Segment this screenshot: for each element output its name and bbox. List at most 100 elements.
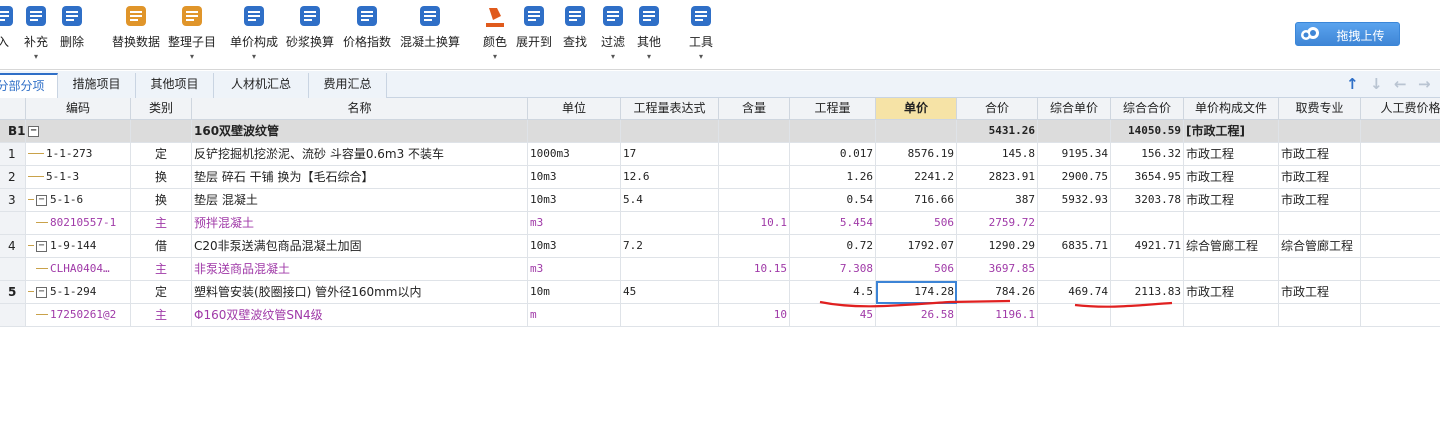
cell-price[interactable] [876, 120, 957, 143]
cell-expr[interactable]: 17 [621, 143, 719, 166]
cell-content[interactable] [719, 235, 790, 258]
cell-no[interactable] [0, 212, 26, 235]
cell-cprice[interactable] [1038, 120, 1111, 143]
toolbar-button-14[interactable]: 工具 ▾ [686, 2, 716, 68]
cell-no[interactable] [0, 258, 26, 281]
cell-expr[interactable]: 5.4 [621, 189, 719, 212]
cell-no[interactable]: 1 [0, 143, 26, 166]
cell-price[interactable]: 506 [876, 258, 957, 281]
cell-cprice[interactable] [1038, 304, 1111, 327]
toolbar-button-0[interactable]: 入 [0, 2, 14, 68]
cell-type[interactable]: 换 [131, 189, 192, 212]
cell-content[interactable] [719, 189, 790, 212]
cell-no[interactable]: 2 [0, 166, 26, 189]
cell-major[interactable] [1279, 120, 1361, 143]
cell-labor[interactable] [1361, 143, 1440, 166]
cell-code[interactable]: −1-9-144 [26, 235, 131, 258]
cell-unit[interactable] [528, 120, 621, 143]
cell-content[interactable]: 10.15 [719, 258, 790, 281]
cell-name[interactable]: Φ160双壁波纹管SN4级 [192, 304, 528, 327]
column-header-3[interactable]: 单位 [528, 98, 621, 120]
cell-content[interactable] [719, 143, 790, 166]
toolbar-button-4[interactable]: 整理子目 ▾ [166, 2, 218, 68]
cell-ctotal[interactable]: 14050.59 [1111, 120, 1184, 143]
column-header-6[interactable]: 工程量 [790, 98, 876, 120]
cell-name[interactable]: 非泵送商品混凝土 [192, 258, 528, 281]
cell-content[interactable]: 10 [719, 304, 790, 327]
cell-name[interactable]: 垫层 碎石 干铺 换为【毛石综合】 [192, 166, 528, 189]
cell-cprice[interactable]: 5932.93 [1038, 189, 1111, 212]
arrow-down-icon[interactable]: ↓ [1370, 76, 1386, 92]
column-header-0[interactable]: 编码 [26, 98, 131, 120]
cell-expr[interactable]: 7.2 [621, 235, 719, 258]
arrow-left-icon[interactable]: ← [1394, 76, 1410, 92]
cell-type[interactable]: 定 [131, 281, 192, 304]
cell-file[interactable]: [市政工程] [1184, 120, 1279, 143]
cell-expr[interactable] [621, 120, 719, 143]
toolbar-button-3[interactable]: 替换数据 [110, 2, 162, 68]
toolbar-button-8[interactable]: 混凝土换算 [398, 2, 462, 68]
cell-expr[interactable]: 45 [621, 281, 719, 304]
cell-cprice[interactable]: 6835.71 [1038, 235, 1111, 258]
cell-price[interactable]: 174.28 [876, 281, 957, 304]
cell-no[interactable]: B1 [0, 120, 26, 143]
cell-total[interactable]: 1196.1 [957, 304, 1038, 327]
cell-unit[interactable]: 10m [528, 281, 621, 304]
cell-ctotal[interactable]: 3654.95 [1111, 166, 1184, 189]
cell-unit[interactable]: 10m3 [528, 166, 621, 189]
cell-major[interactable]: 市政工程 [1279, 166, 1361, 189]
collapse-toggle-icon[interactable]: − [28, 125, 39, 137]
column-header-9[interactable]: 综合单价 [1038, 98, 1111, 120]
cell-expr[interactable]: 12.6 [621, 166, 719, 189]
cell-name[interactable]: 垫层 混凝土 [192, 189, 528, 212]
cell-price[interactable]: 1792.07 [876, 235, 957, 258]
cell-cprice[interactable]: 469.74 [1038, 281, 1111, 304]
cell-ctotal[interactable] [1111, 258, 1184, 281]
column-header-8[interactable]: 合价 [957, 98, 1038, 120]
cell-no[interactable]: 5 [0, 281, 26, 304]
cell-labor[interactable] [1361, 281, 1440, 304]
cell-no[interactable]: 3 [0, 189, 26, 212]
cell-code[interactable]: −5-1-294 [26, 281, 131, 304]
cell-expr[interactable] [621, 212, 719, 235]
cell-code[interactable]: CLHA0404… [26, 258, 131, 281]
cell-type[interactable]: 借 [131, 235, 192, 258]
cell-labor[interactable] [1361, 235, 1440, 258]
cell-price[interactable]: 506 [876, 212, 957, 235]
cell-no[interactable]: 4 [0, 235, 26, 258]
cell-file[interactable] [1184, 258, 1279, 281]
cell-price[interactable]: 716.66 [876, 189, 957, 212]
cell-ctotal[interactable] [1111, 304, 1184, 327]
cell-no[interactable] [0, 304, 26, 327]
column-header-13[interactable]: 人工费价格 [1361, 98, 1440, 120]
toolbar-button-11[interactable]: 查找 [560, 2, 590, 68]
cell-labor[interactable] [1361, 166, 1440, 189]
cell-type[interactable]: 主 [131, 212, 192, 235]
cell-name[interactable]: 160双壁波纹管 [192, 120, 528, 143]
cell-file[interactable]: 市政工程 [1184, 189, 1279, 212]
cell-labor[interactable] [1361, 304, 1440, 327]
cell-type[interactable]: 主 [131, 304, 192, 327]
cell-total[interactable]: 145.8 [957, 143, 1038, 166]
arrow-right-icon[interactable]: → [1418, 76, 1434, 92]
toolbar-button-2[interactable]: 删除 [56, 2, 88, 68]
cell-major[interactable]: 市政工程 [1279, 281, 1361, 304]
cell-major[interactable] [1279, 212, 1361, 235]
column-header-5[interactable]: 含量 [719, 98, 790, 120]
cell-expr[interactable] [621, 304, 719, 327]
cell-ctotal[interactable]: 3203.78 [1111, 189, 1184, 212]
cell-code[interactable]: − [26, 120, 131, 143]
toolbar-button-7[interactable]: 价格指数 [340, 2, 394, 68]
collapse-toggle-icon[interactable]: − [36, 194, 47, 206]
cell-labor[interactable] [1361, 258, 1440, 281]
cell-code[interactable]: 5-1-3 [26, 166, 131, 189]
cell-code[interactable]: 80210557-1 [26, 212, 131, 235]
cell-price[interactable]: 26.58 [876, 304, 957, 327]
cell-qty[interactable]: 7.308 [790, 258, 876, 281]
cell-name[interactable]: 塑料管安装(胶圈接口) 管外径160mm以内 [192, 281, 528, 304]
cell-labor[interactable] [1361, 120, 1440, 143]
cell-qty[interactable]: 0.017 [790, 143, 876, 166]
cell-labor[interactable] [1361, 212, 1440, 235]
cell-price[interactable]: 2241.2 [876, 166, 957, 189]
cell-unit[interactable]: m [528, 304, 621, 327]
